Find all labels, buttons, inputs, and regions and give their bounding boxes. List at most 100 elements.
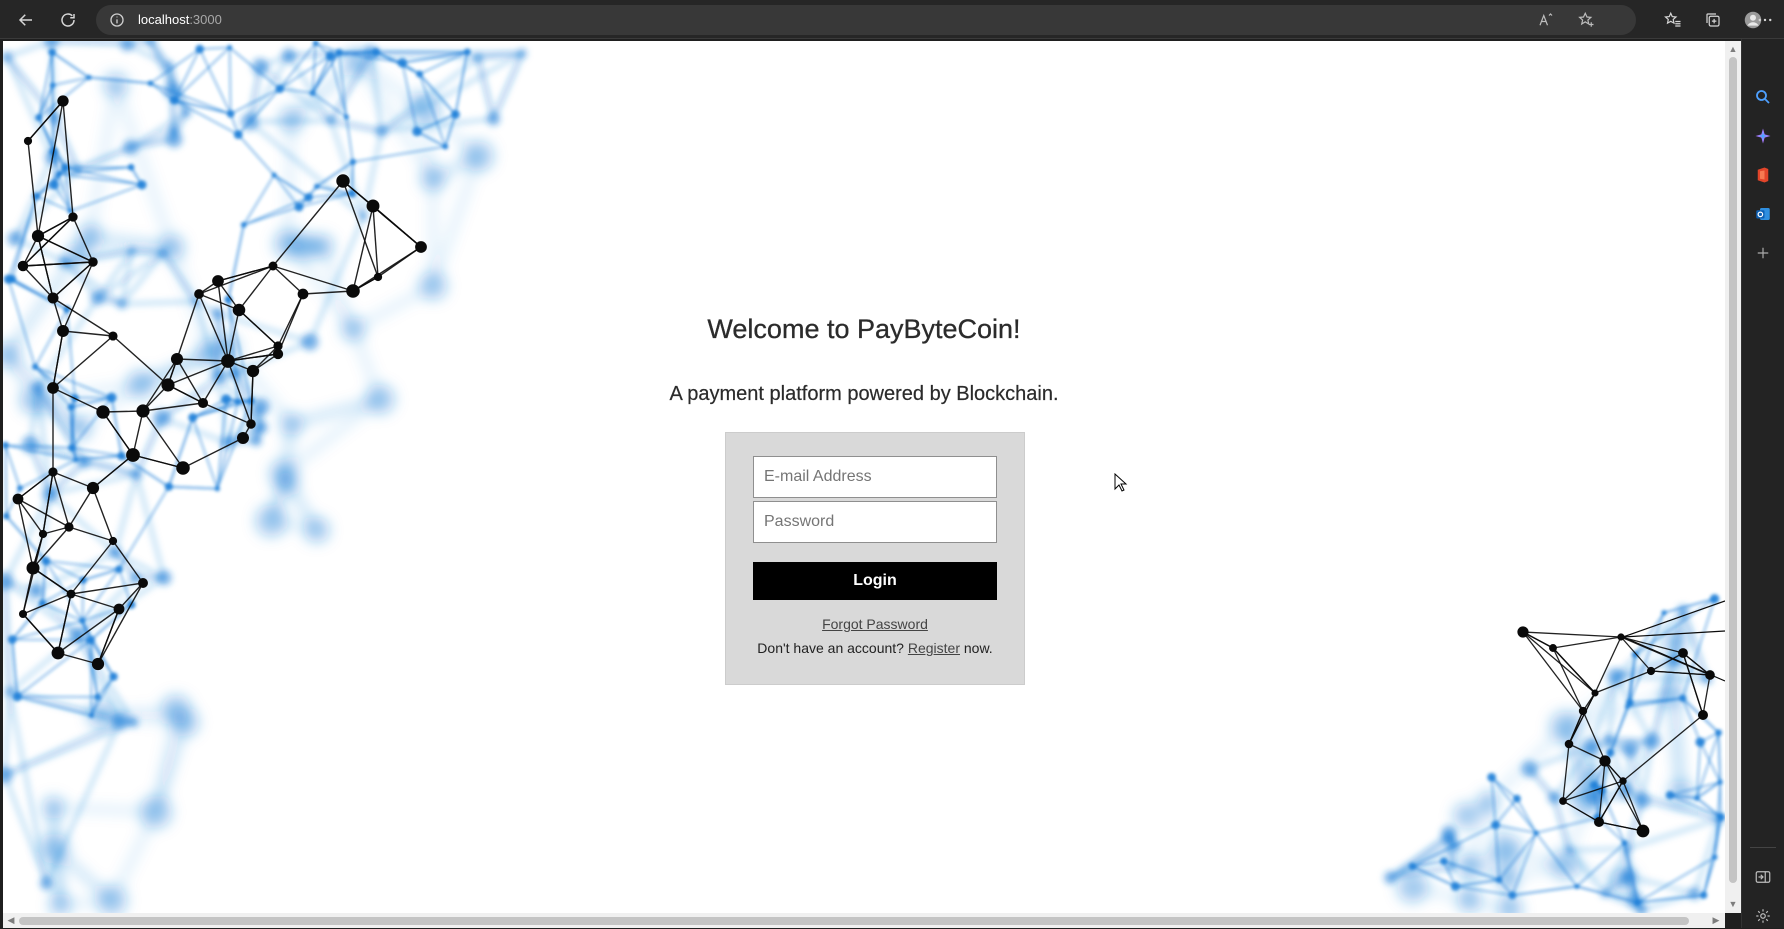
add-icon [1754, 244, 1772, 262]
network-node [17, 485, 23, 491]
network-node [1694, 795, 1699, 800]
network-node-dark [47, 292, 58, 303]
scroll-down-icon[interactable]: ▼ [1728, 899, 1738, 909]
network-node [310, 90, 316, 96]
vertical-scroll-thumb[interactable] [1729, 57, 1737, 883]
sidebar-add-button[interactable] [1750, 240, 1776, 266]
network-node [442, 144, 448, 150]
scroll-right-icon[interactable]: ▶ [1711, 915, 1721, 925]
network-link [371, 53, 523, 54]
network-node-dark [415, 241, 427, 253]
network-node-dark [27, 562, 40, 575]
sidebar-outlook-button[interactable] [1750, 201, 1776, 227]
network-node-dark [1517, 626, 1528, 637]
collections-button[interactable] [1697, 4, 1729, 36]
network-link [230, 48, 280, 89]
refresh-button[interactable] [52, 4, 84, 36]
sidebar-office-button[interactable] [1750, 162, 1776, 188]
network-link [1512, 886, 1576, 895]
network-node-soft [58, 256, 71, 269]
sidebar-copilot-button[interactable] [1750, 123, 1776, 149]
network-node [234, 130, 243, 139]
network-node-blurred [1550, 850, 1579, 879]
scroll-up-icon[interactable]: ▲ [1728, 44, 1738, 54]
page-viewport: Welcome to PayByteCoin! A payment platfo… [3, 41, 1725, 913]
network-node-dark [138, 578, 148, 588]
network-link [174, 48, 229, 101]
network-node [188, 413, 197, 422]
network-node-soft [129, 717, 139, 727]
add-favorite-button[interactable] [1570, 4, 1602, 36]
network-link [38, 236, 53, 298]
network-node [86, 75, 91, 80]
page-title: Welcome to PayByteCoin! [3, 314, 1725, 345]
network-node-dark [269, 262, 278, 271]
register-prompt: Don't have an account? Register now. [726, 640, 1024, 656]
network-node-dark [24, 137, 32, 145]
address-bar[interactable]: localhost:3000 [96, 5, 1636, 35]
network-node-dark [221, 354, 235, 368]
forgot-password-link[interactable]: Forgot Password [822, 616, 928, 632]
sidebar-split-button[interactable] [1750, 864, 1776, 890]
network-node [79, 618, 86, 625]
network-node [272, 172, 277, 177]
network-link [288, 120, 291, 244]
password-field[interactable] [753, 501, 997, 543]
network-link [1554, 798, 1569, 851]
network-node [86, 636, 95, 645]
network-link [23, 262, 93, 266]
network-node-soft [251, 435, 262, 446]
network-link [52, 52, 53, 85]
network-link [116, 85, 172, 248]
network-node [416, 70, 423, 77]
network-link [1553, 648, 1595, 693]
network-node [1695, 737, 1705, 747]
more-button[interactable] [1750, 4, 1780, 36]
network-node-soft [1548, 792, 1560, 804]
network-node [344, 114, 349, 119]
sidebar-search-button[interactable] [1750, 84, 1776, 110]
network-node-blurred [291, 233, 318, 260]
network-link [5, 445, 6, 516]
horizontal-scroll-thumb[interactable] [19, 917, 1689, 925]
login-button[interactable]: Login [753, 562, 997, 600]
register-prefix: Don't have an account? [757, 640, 908, 656]
register-link[interactable]: Register [908, 640, 960, 656]
network-node-blurred [421, 167, 445, 191]
register-suffix: now. [960, 640, 993, 656]
vertical-scrollbar[interactable]: ▲ ▼ [1725, 41, 1741, 913]
network-node [1606, 749, 1614, 757]
network-node [68, 444, 76, 452]
network-node [304, 193, 313, 202]
network-link [1536, 818, 1598, 833]
network-node [74, 457, 79, 462]
email-field[interactable] [753, 456, 997, 498]
network-node-blurred [104, 73, 128, 97]
network-node-soft [169, 125, 179, 135]
settings-icon [1754, 907, 1772, 925]
network-node-dark [1647, 667, 1655, 675]
network-node-soft [128, 247, 136, 255]
network-node [117, 452, 126, 461]
network-node-dark [367, 200, 380, 213]
network-link [353, 247, 421, 291]
network-node [115, 565, 123, 573]
network-link [250, 121, 331, 122]
back-button[interactable] [10, 4, 42, 36]
favorites-button[interactable] [1657, 4, 1689, 36]
network-node-dark [1594, 817, 1604, 827]
scroll-left-icon[interactable]: ◀ [6, 915, 16, 925]
network-node-dark [247, 365, 259, 377]
network-node [32, 364, 38, 370]
info-icon[interactable] [108, 11, 126, 29]
network-link [228, 225, 243, 300]
network-node-soft [91, 290, 106, 305]
read-aloud-button[interactable] [1530, 4, 1562, 36]
sidebar-settings-button[interactable] [1750, 903, 1776, 929]
network-link [1700, 742, 1720, 782]
network-node-dark [171, 353, 183, 365]
horizontal-scrollbar[interactable]: ◀ ▶ [3, 913, 1725, 928]
network-link [84, 462, 136, 474]
network-node-dark [176, 461, 190, 475]
network-link [218, 266, 273, 281]
